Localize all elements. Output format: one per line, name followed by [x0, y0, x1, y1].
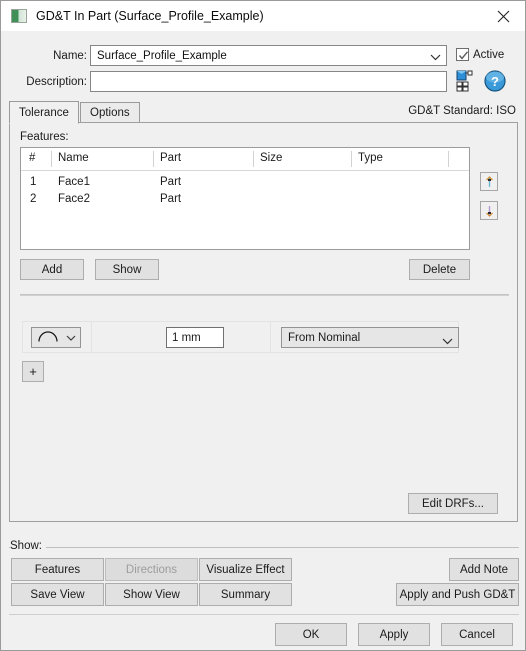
cell-index: 2: [30, 193, 37, 205]
cancel-label: Cancel: [459, 628, 495, 641]
cancel-button[interactable]: Cancel: [441, 623, 513, 646]
tab-options-label: Options: [90, 106, 130, 119]
show-directions-button: Directions: [105, 558, 198, 581]
apply-label: Apply: [379, 628, 409, 641]
summary-label: Summary: [220, 588, 271, 601]
tolerance-panel: Features: # Name Part Size Type 1 Face1 …: [9, 122, 518, 522]
cell-divider: [270, 322, 271, 352]
save-view-label: Save View: [30, 588, 85, 601]
chevron-down-icon: [430, 54, 441, 61]
tab-tolerance[interactable]: Tolerance: [9, 101, 79, 124]
apply-and-push-gdt-button[interactable]: Apply and Push GD&T: [396, 583, 519, 606]
apply-and-push-gdt-label: Apply and Push GD&T: [399, 588, 516, 601]
edit-drfs-label: Edit DRFs...: [422, 497, 484, 510]
show-group-line: [9, 547, 519, 548]
footer-divider: [9, 614, 519, 615]
add-tolerance-row-button[interactable]: +: [22, 361, 44, 382]
features-table-header: # Name Part Size Type: [21, 148, 469, 171]
column-header-size: Size: [260, 152, 283, 164]
name-value: Surface_Profile_Example: [97, 49, 227, 62]
chevron-down-icon: [66, 332, 76, 344]
add-feature-label: Add: [41, 263, 63, 276]
add-feature-button[interactable]: Add: [20, 259, 84, 280]
active-checkbox-wrap[interactable]: Active: [456, 48, 504, 61]
column-header-name: Name: [58, 152, 89, 164]
app-icon: [11, 9, 27, 23]
name-combo[interactable]: Surface_Profile_Example: [90, 45, 447, 66]
cell-part: Part: [160, 176, 182, 188]
tolerance-value-input[interactable]: 1 mm: [166, 327, 224, 348]
section-divider: [20, 294, 509, 296]
attributes-icon[interactable]: [455, 69, 479, 93]
svg-text:?: ?: [491, 74, 499, 89]
show-view-button[interactable]: Show View: [105, 583, 198, 606]
active-label: Active: [473, 48, 505, 61]
tab-options[interactable]: Options: [80, 102, 140, 123]
column-divider: [351, 151, 352, 167]
features-table[interactable]: # Name Part Size Type 1 Face1 Part 2 Fac…: [20, 147, 470, 250]
save-view-button[interactable]: Save View: [11, 583, 104, 606]
ok-button[interactable]: OK: [275, 623, 347, 646]
features-section-label: Features:: [20, 131, 69, 143]
arrow-down-icon[interactable]: [480, 201, 498, 220]
column-divider: [51, 151, 52, 167]
delete-feature-label: Delete: [422, 263, 457, 276]
tolerance-mode-combo[interactable]: From Nominal: [281, 327, 459, 348]
surface-profile-symbol: [37, 330, 59, 346]
show-features-button[interactable]: Features: [11, 558, 104, 581]
column-header-part: Part: [160, 152, 182, 164]
chevron-down-icon: [442, 336, 453, 348]
add-tolerance-row-label: +: [29, 364, 37, 379]
cell-index: 1: [30, 176, 37, 188]
tolerance-row: 1 mm From Nominal: [22, 321, 459, 353]
show-feature-label: Show: [112, 263, 142, 276]
column-header-type: Type: [358, 152, 383, 164]
description-label: Description:: [26, 76, 87, 88]
show-view-label: Show View: [123, 588, 180, 601]
tolerance-mode-text: From Nominal: [288, 331, 361, 344]
column-header-index: #: [29, 152, 36, 164]
visualize-effect-button[interactable]: Visualize Effect: [199, 558, 292, 581]
edit-drfs-button[interactable]: Edit DRFs...: [408, 493, 498, 514]
arrow-up-icon[interactable]: [480, 172, 498, 191]
table-row[interactable]: 2 Face2 Part: [21, 192, 469, 209]
delete-feature-button[interactable]: Delete: [409, 259, 470, 280]
add-note-label: Add Note: [460, 563, 508, 576]
tolerance-symbol-combo[interactable]: [31, 327, 81, 348]
summary-button[interactable]: Summary: [199, 583, 292, 606]
column-divider: [153, 151, 154, 167]
cell-name: Face2: [58, 193, 90, 205]
column-divider: [448, 151, 449, 167]
show-directions-label: Directions: [125, 563, 178, 576]
show-feature-button[interactable]: Show: [95, 259, 159, 280]
ok-label: OK: [302, 628, 320, 641]
cell-divider: [91, 322, 92, 352]
show-group-label: Show:: [10, 540, 46, 552]
show-features-label: Features: [34, 563, 81, 576]
help-icon[interactable]: ?: [483, 69, 507, 93]
gdt-dialog: GD&T In Part (Surface_Profile_Example) N…: [0, 0, 526, 651]
title-bar: GD&T In Part (Surface_Profile_Example): [1, 1, 525, 31]
apply-button[interactable]: Apply: [358, 623, 430, 646]
close-icon[interactable]: [481, 1, 525, 31]
active-checkbox[interactable]: [456, 48, 469, 61]
table-row[interactable]: 1 Face1 Part: [21, 175, 469, 192]
cell-part: Part: [160, 193, 182, 205]
tab-tolerance-label: Tolerance: [19, 106, 69, 119]
name-label: Name:: [53, 50, 87, 62]
column-divider: [253, 151, 254, 167]
gdt-standard-label: GD&T Standard: ISO: [408, 105, 516, 117]
add-note-button[interactable]: Add Note: [449, 558, 519, 581]
visualize-effect-label: Visualize Effect: [206, 563, 285, 576]
description-input[interactable]: [90, 71, 447, 92]
window-title: GD&T In Part (Surface_Profile_Example): [36, 9, 264, 23]
tolerance-value-text: 1 mm: [172, 331, 201, 344]
cell-name: Face1: [58, 176, 90, 188]
